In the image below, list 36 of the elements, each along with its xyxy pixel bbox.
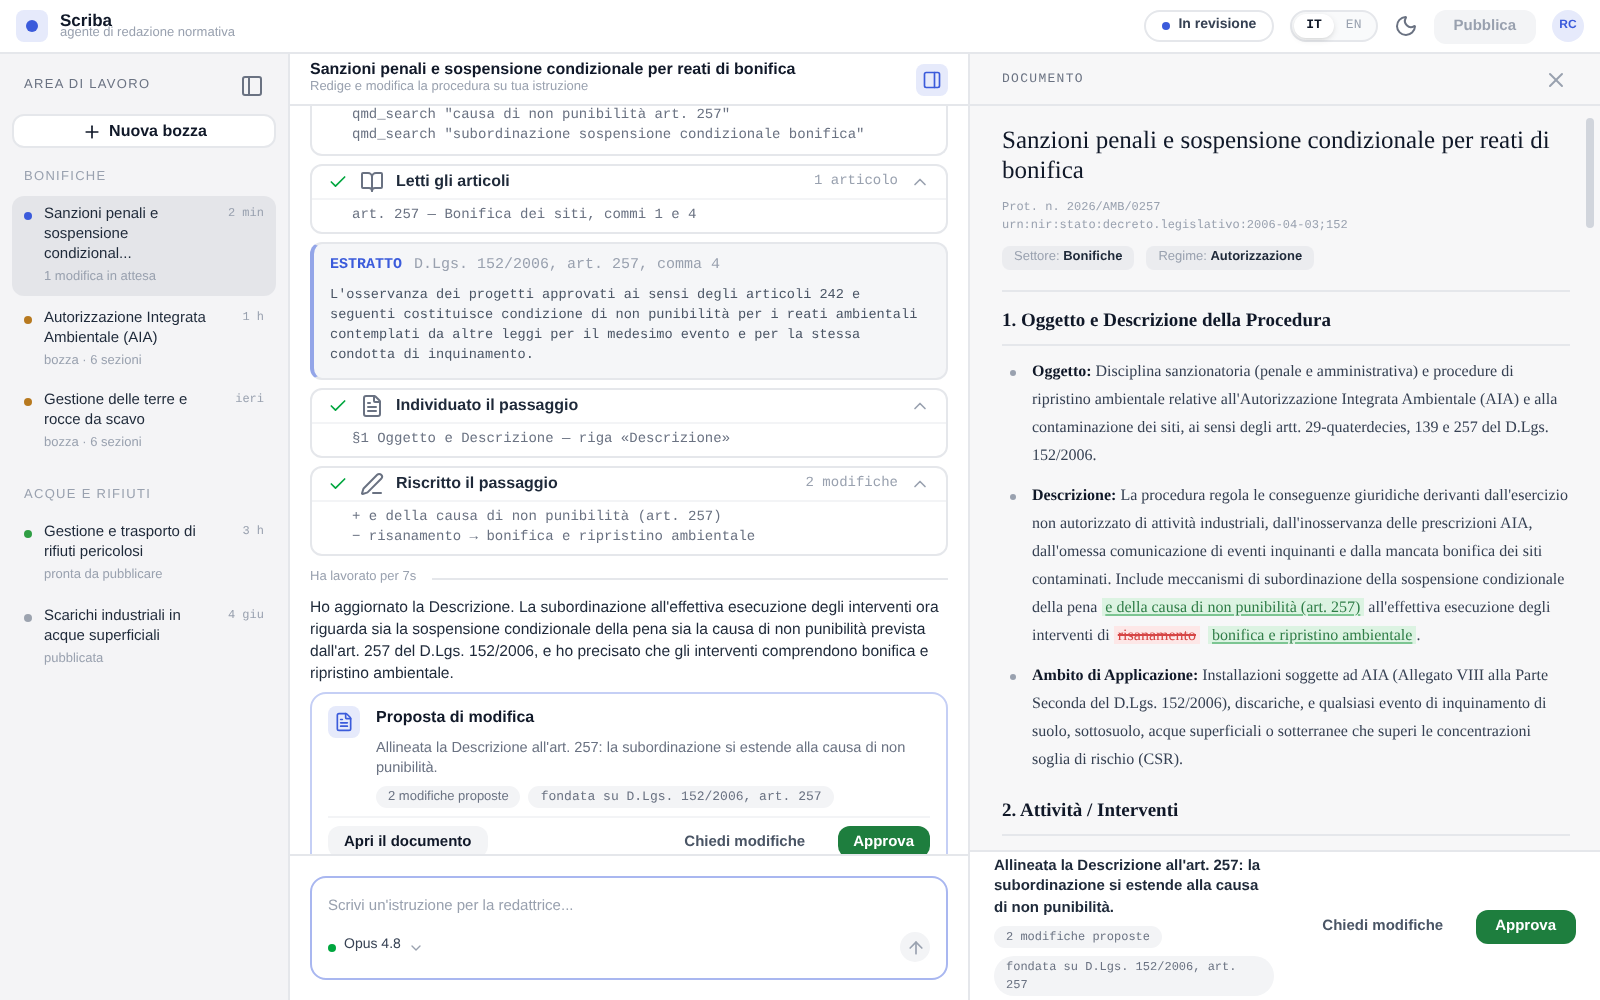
step-title: Letti gli articoli [396,170,510,194]
new-draft-button[interactable]: Nuova bozza [12,114,276,148]
bullet-icon [1010,674,1016,680]
deleted-text: risanamento [1113,626,1200,644]
step-title: Individuato il passaggio [396,394,579,419]
close-icon[interactable] [1544,67,1568,91]
section-title: 1. Oggetto e Descrizione della Procedura [1002,307,1570,346]
arrow-up-icon [905,937,925,957]
inserted-text: bonifica e ripristino ambientale [1208,626,1417,644]
section-title: 2. Attività / Interventi [1002,798,1570,837]
sidebar-toggle-icon[interactable] [240,74,264,98]
plus-icon [81,121,102,141]
check-icon [328,474,348,495]
book-icon [360,170,384,194]
panel-icon [922,69,942,89]
check-icon [328,172,348,192]
pen-icon [360,472,384,497]
document-paragraph: Oggetto: Disciplina sanzionatoria (penale e amministrativa) e procedure di ripristino ambientale relative all'Autorizzazione Integrata Ambientale (AIA) e alla contaminazione dei siti, ai sensi degli artt. 29-quaterdecies, 139 e 257 del D.Lgs. 152/2006. [1032,360,1560,468]
check-icon [328,396,348,417]
document-paragraph: Descrizione: La procedura regola le conseguenze giuridiche derivanti dall'esercizio non autorizzato di attività industriali, dall'inosservanza delle prescrizioni AIA, dall'omessa comunicazione di eventi inquinanti e dalla mancata bonifica dei siti contaminati. Include meccanismi di subordinazione della sospensione condizionale della pena e della causa di non punibilità (art. 257) all'effettiva esecuzione degli interventi di risanamento bonifica e ripristino ambientale . [1032,484,1570,648]
step-title: Riscritto il passaggio [396,472,558,497]
chat-title: Sanzioni penali e sospensione condizionale per reati di bonifica [310,60,798,81]
document-paragraph: Ambito di Applicazione: Installazioni soggette ad AIA (Allegato VIII alla Parte Seconda del D.Lgs. 152/2006), discariche, e qualsiasi evento di inquinamento di suolo, sottosuolo, acque superficiali o sotterranee che superi le concentrazioni soglia di rischio (CSR). [1032,664,1551,772]
bullet-icon [1010,494,1016,500]
inserted-text: e della causa di non punibilità (art. 257) [1101,598,1365,616]
document-icon [360,394,384,419]
scrollbar[interactable] [1586,118,1594,228]
send-button[interactable] [900,932,930,962]
app-name: Scriba [60,11,112,28]
bullet-icon [1010,370,1016,376]
moon-icon[interactable] [1393,14,1418,38]
panel-toggle-button[interactable] [916,63,948,95]
file-icon [328,706,360,738]
proposal-title: Proposta di modifica [376,706,537,730]
logo-icon [16,10,48,42]
document-title: Sanzioni penali e sospensione condizionale per reati di bonifica [1002,126,1552,186]
